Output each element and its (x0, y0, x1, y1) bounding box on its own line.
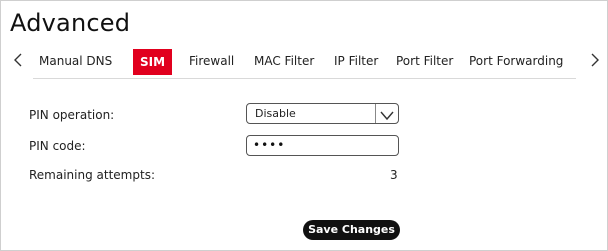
content-frame (0, 0, 608, 251)
remaining-attempts-label: Remaining attempts: (29, 168, 155, 182)
chevron-left-icon[interactable] (10, 52, 26, 70)
pin-code-label: PIN code: (29, 139, 86, 153)
pin-operation-label: PIN operation: (29, 108, 115, 122)
pin-code-input[interactable]: •••• (246, 135, 399, 156)
tab-divider (33, 78, 576, 79)
tab-port-forwarding[interactable]: Port Forwarding (469, 50, 563, 74)
page-title: Advanced (10, 9, 131, 37)
tab-mac-filter[interactable]: MAC Filter (254, 50, 314, 74)
save-changes-button[interactable]: Save Changes (303, 220, 400, 240)
remaining-attempts-value: 3 (390, 168, 398, 182)
chevron-right-icon[interactable] (587, 52, 603, 70)
tab-firewall[interactable]: Firewall (189, 50, 234, 74)
select-divider (375, 104, 376, 123)
chevron-down-icon (378, 107, 396, 121)
pin-operation-value: Disable (255, 107, 296, 120)
tab-bar: Manual DNS SIM Firewall MAC Filter IP Fi… (0, 44, 608, 78)
tab-port-filter[interactable]: Port Filter (396, 50, 453, 74)
pin-operation-select[interactable]: Disable (246, 103, 399, 124)
tab-manual-dns[interactable]: Manual DNS (39, 50, 112, 74)
tab-ip-filter[interactable]: IP Filter (334, 50, 378, 74)
tab-sim[interactable]: SIM (133, 49, 173, 75)
